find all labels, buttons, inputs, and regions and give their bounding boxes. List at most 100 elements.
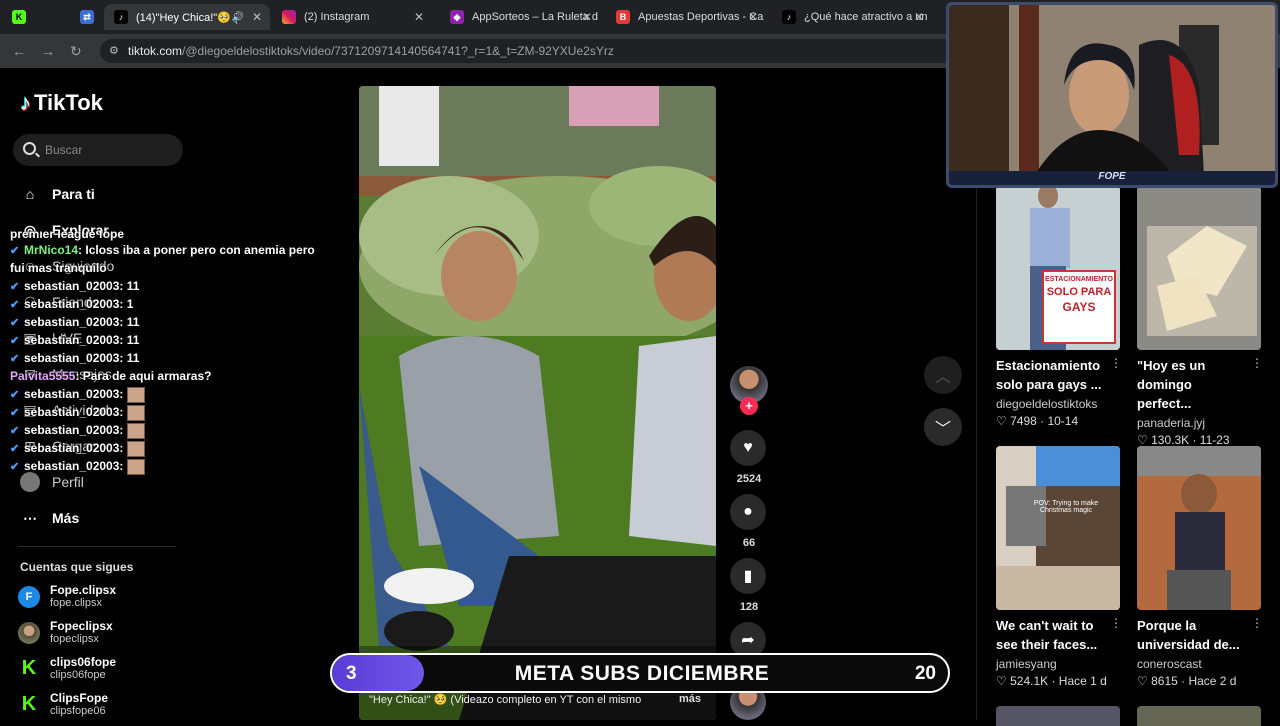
more-options-icon[interactable]: ⋮	[1251, 616, 1263, 630]
following-account[interactable]: K clips06fope clips06fope	[18, 655, 116, 682]
verified-badge-icon: ✔	[10, 245, 20, 257]
card-user[interactable]: coneroscast	[1137, 657, 1261, 671]
chat-line: ✔ sebastian_02003:	[10, 421, 340, 439]
verified-badge-icon: ✔	[10, 389, 20, 401]
following-account[interactable]: Fopeclipsx fopeclipsx	[18, 619, 113, 646]
video-card[interactable]: ⋮ Porque la universidad de... coneroscas…	[1137, 446, 1263, 688]
chat-message: :	[119, 423, 124, 437]
more-options-icon[interactable]: ⋮	[1251, 356, 1263, 370]
bet-icon: B	[616, 10, 630, 24]
tab-apuestas[interactable]: B Apuestas Deportivas - Ca ✕	[606, 4, 766, 30]
card-title: We can't wait to see their faces...	[996, 618, 1098, 652]
verified-badge-icon: ✔	[10, 299, 20, 311]
tab-title: (14)"Hey Chica!"🥺 (	[136, 11, 238, 24]
video-thumbnail[interactable]	[1137, 706, 1261, 726]
following-title: Cuentas que sigues	[20, 560, 134, 574]
tiktok-logo[interactable]: ♪ TikTok	[20, 90, 103, 116]
close-icon[interactable]: ✕	[582, 10, 592, 24]
tab-kick[interactable]: K	[6, 4, 32, 30]
emote-icon	[126, 404, 145, 421]
search-icon	[23, 142, 36, 155]
follow-plus-icon[interactable]: +	[740, 397, 758, 415]
reload-icon[interactable]: ↻	[70, 43, 82, 60]
chat-user: premier league fope	[10, 231, 125, 241]
nav-label: Para ti	[52, 186, 95, 202]
heart-icon: ♥	[743, 439, 753, 456]
speaker-icon[interactable]: 🔊	[232, 12, 244, 23]
video-thumbnail[interactable]	[996, 706, 1120, 726]
video-card[interactable]: ESTACIONAMIENTO SOLO PARA GAYS ⋮ Estacio…	[996, 186, 1122, 428]
video-player[interactable]: delostiktoks "Hey Chica!" 🥺 (Videazo com…	[359, 86, 716, 720]
video-caption: "Hey Chica!" 🥺 (Videazo completo en YT c…	[369, 694, 642, 706]
close-icon[interactable]: ✕	[748, 10, 758, 24]
nav-perfil[interactable]: Perfil	[20, 472, 84, 492]
comment-button[interactable]: ●	[730, 494, 766, 530]
chat-message: :	[119, 387, 124, 401]
url-host: tiktok.com	[128, 44, 183, 58]
close-icon[interactable]: ✕	[414, 10, 424, 24]
chat-line: Paivita5555: Para de aqui armaras?	[10, 367, 340, 385]
tab-tiktok-active[interactable]: ♪ (14)"Hey Chica!"🥺 ( 🔊 ✕	[104, 4, 270, 30]
avatar	[18, 621, 40, 644]
caption-more-link[interactable]: más	[679, 693, 701, 705]
chat-message: :	[119, 405, 124, 419]
nav-label: Perfil	[52, 474, 84, 490]
divider	[18, 546, 176, 547]
card-user[interactable]: diegoeldelostiktoks	[996, 397, 1120, 411]
following-account[interactable]: F Fope.clipsx fope.clipsx	[18, 583, 116, 610]
account-name: Fope.clipsx	[50, 583, 117, 597]
k-icon: K	[12, 10, 26, 24]
kick-icon: K	[18, 657, 40, 680]
more-options-icon[interactable]: ⋮	[1110, 616, 1122, 630]
account-handle: clipsfope06	[50, 705, 106, 717]
search-input[interactable]: Buscar	[13, 134, 183, 166]
chat-message: : Para de aqui armaras?	[75, 369, 212, 383]
tab-appsorteos[interactable]: ◆ AppSorteos – La Ruleta d ✕	[440, 4, 600, 30]
tab-translate[interactable]: ⇄	[74, 4, 100, 30]
chevron-up-icon: ︿	[934, 369, 951, 386]
chat-message: : 1	[119, 297, 134, 311]
chat-message: : 11	[119, 315, 140, 329]
url-bar[interactable]: ⚙ tiktok.com/@diegoeldelostiktoks/video/…	[100, 39, 960, 63]
previous-video-button[interactable]: ︿	[924, 356, 962, 394]
more-options-icon[interactable]: ⋮	[1110, 356, 1122, 370]
close-icon[interactable]: ✕	[252, 10, 262, 24]
save-button[interactable]: ▮	[730, 558, 766, 594]
verified-badge-icon: ✔	[10, 407, 20, 419]
chat-line: ✔ sebastian_02003: 11	[10, 313, 340, 331]
video-card[interactable]: POV: Trying to make Christmas magic ⋮ We…	[996, 446, 1122, 688]
video-card[interactable]: ⋮ "Hoy es un domingo perfect... panaderi…	[1137, 186, 1263, 447]
back-icon[interactable]: ←	[12, 43, 26, 59]
chat-user: sebastian_02003	[24, 333, 120, 347]
card-user[interactable]: panaderia.jyj	[1137, 416, 1261, 430]
chat-message: : 11	[119, 279, 140, 293]
verified-badge-icon: ✔	[10, 317, 20, 329]
account-name: ClipsFope	[50, 691, 109, 705]
chat-line: ✔ sebastian_02003: 1	[10, 295, 340, 313]
like-count: 2524	[736, 473, 762, 485]
nav-mas[interactable]: ⋯ Más	[20, 508, 79, 528]
card-user[interactable]: jamiesyang	[996, 657, 1120, 671]
url-path: /@diegoeldelostiktoks/video/737120971414…	[182, 44, 614, 58]
tab-tiktok-2[interactable]: ♪ ¿Qué hace atractivo a un ✕	[772, 4, 932, 30]
site-info-icon[interactable]: ⚙	[109, 44, 119, 57]
like-button[interactable]: ♥	[730, 430, 766, 466]
more-icon: ⋯	[23, 509, 37, 526]
chat-line: premier league fope	[10, 231, 340, 241]
verified-badge-icon: ✔	[10, 281, 20, 293]
instagram-icon	[282, 10, 296, 24]
chat-user: sebastian_02003	[24, 405, 120, 419]
following-account[interactable]: K ClipsFope clipsfope06	[18, 691, 108, 718]
card-stats: ♡ 524.1K · Hace 1 d	[996, 674, 1107, 688]
chat-line: ✔ sebastian_02003:	[10, 385, 340, 403]
tab-instagram[interactable]: (2) Instagram ✕	[272, 4, 432, 30]
next-video-button[interactable]: ﹀	[924, 408, 962, 446]
nav-para-ti[interactable]: ⌂ Para ti	[20, 184, 95, 204]
card-title: Porque la universidad de...	[1137, 618, 1240, 652]
account-handle: fopeclipsx	[50, 633, 99, 645]
forward-icon[interactable]: →	[41, 43, 55, 59]
comment-count: 66	[742, 537, 756, 549]
chat-line: ✔ sebastian_02003: 11	[10, 277, 340, 295]
chat-line: ✔ sebastian_02003: 11	[10, 349, 340, 367]
close-icon[interactable]: ✕	[914, 10, 924, 24]
